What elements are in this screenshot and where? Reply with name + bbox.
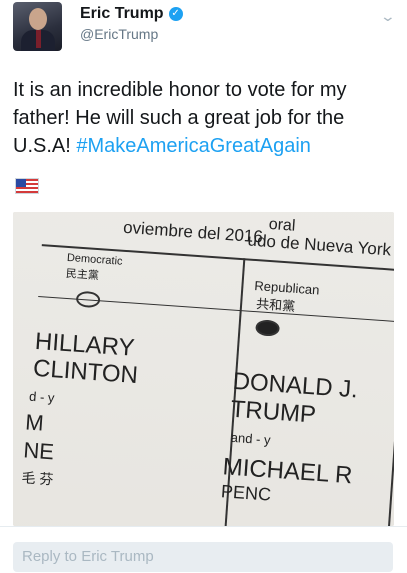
dem-vp-name-2: NE bbox=[22, 437, 55, 465]
avatar-tie bbox=[36, 30, 41, 48]
dem-chinese-bottom: 毛 芬 bbox=[20, 469, 54, 488]
democratic-chinese: 民主黨 bbox=[65, 267, 100, 283]
reply-input[interactable]: Reply to Eric Trump bbox=[13, 542, 393, 572]
democratic-oval bbox=[75, 290, 101, 309]
verified-badge-icon: ✓ bbox=[168, 7, 183, 21]
republican-chinese: 共和黨 bbox=[255, 296, 296, 314]
dem-candidate-name-2: CLINTON bbox=[32, 354, 139, 390]
author-avatar[interactable] bbox=[13, 2, 62, 51]
us-flag-icon bbox=[15, 178, 39, 194]
author-name-row[interactable]: Eric Trump ✓ bbox=[80, 5, 183, 23]
dem-and: d - y bbox=[28, 388, 55, 406]
tweet-header: Eric Trump ✓ @EricTrump ⌄ bbox=[0, 0, 407, 70]
rep-vp-name-2: PENC bbox=[220, 481, 272, 505]
rep-candidate-name-2: TRUMP bbox=[229, 395, 317, 429]
tweet-photo[interactable]: oral oviembre del 2016 udo de Nueva York… bbox=[13, 212, 394, 526]
tweet-text: It is an incredible honor to vote for my… bbox=[13, 76, 398, 160]
chevron-down-icon[interactable]: ⌄ bbox=[380, 8, 396, 25]
ballot-header-left: oviembre del 2016 bbox=[122, 217, 264, 247]
republican-oval-filled bbox=[255, 319, 281, 337]
author-name[interactable]: Eric Trump bbox=[80, 5, 164, 23]
ballot-column-divider-2 bbox=[385, 325, 394, 526]
ballot-header-right: udo de Nueva York bbox=[246, 230, 392, 260]
ballot-image: oral oviembre del 2016 udo de Nueva York… bbox=[13, 212, 394, 526]
reply-bar: Reply to Eric Trump bbox=[0, 526, 407, 573]
dem-vp-name-1: M bbox=[24, 409, 45, 436]
hashtag-link[interactable]: #MakeAmericaGreatAgain bbox=[76, 135, 311, 157]
avatar-face bbox=[29, 8, 47, 30]
flag-canton bbox=[16, 179, 26, 187]
rep-and: and - y bbox=[230, 429, 272, 448]
author-handle[interactable]: @EricTrump bbox=[80, 26, 158, 42]
